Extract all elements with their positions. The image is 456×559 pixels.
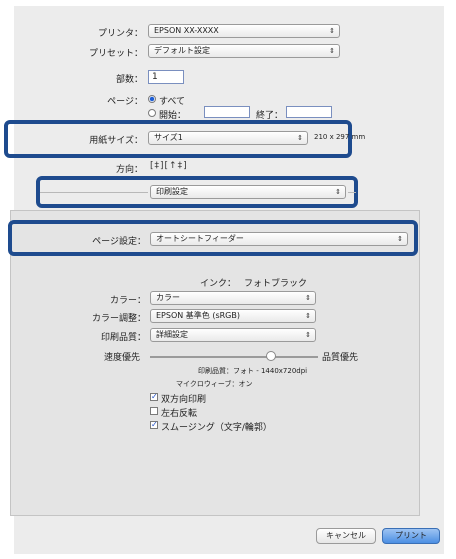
printer-value: EPSON XX-XXXX xyxy=(154,26,219,35)
ink-value: フォトブラック xyxy=(244,279,308,289)
color-popup[interactable]: カラー ⇕ xyxy=(150,291,316,305)
bidirectional-checkbox[interactable]: ✓ xyxy=(150,393,158,401)
orientation-label: 方向： xyxy=(115,165,143,175)
pages-to-field[interactable] xyxy=(286,106,332,118)
orientation-icons[interactable]: [‡][↑‡] xyxy=(150,161,188,171)
panel-select-popup[interactable]: 印刷設定 ⇕ xyxy=(150,185,346,199)
paper-size-label: 用紙サイズ： xyxy=(89,136,143,146)
popup-arrow-icon: ⇕ xyxy=(297,134,303,142)
print-quality-value: 詳細設定 xyxy=(156,330,188,339)
bidirectional-label: 双方向印刷 xyxy=(161,395,207,405)
color-adjust-label: カラー調整： xyxy=(91,314,146,324)
smoothing-checkbox[interactable]: ✓ xyxy=(150,421,158,429)
printer-popup[interactable]: EPSON XX-XXXX ⇕ xyxy=(148,24,340,38)
popup-arrow-icon: ⇕ xyxy=(305,294,311,302)
pages-all-radio[interactable] xyxy=(148,95,156,103)
page-setup-value: オートシートフィーダー xyxy=(156,234,244,243)
popup-arrow-icon: ⇕ xyxy=(305,312,311,320)
pages-all-label: すべて xyxy=(159,97,186,107)
page-setup-popup[interactable]: オートシートフィーダー ⇕ xyxy=(150,232,408,246)
mirror-checkbox[interactable] xyxy=(150,407,158,415)
ink-label: インク： xyxy=(200,279,237,289)
quality-info-line1: 印刷品質：フォト - 1440x720dpi xyxy=(198,367,308,375)
pages-range-radio[interactable] xyxy=(148,109,156,117)
popup-arrow-icon: ⇕ xyxy=(305,331,311,339)
color-adjust-popup[interactable]: EPSON 基準色 (sRGB) ⇕ xyxy=(150,309,316,323)
paper-dimensions: 210 x 297 mm xyxy=(314,133,366,141)
mirror-label: 左右反転 xyxy=(161,409,198,419)
paper-size-value: サイズ1 xyxy=(154,133,183,142)
print-quality-label: 印刷品質： xyxy=(100,333,146,343)
color-value: カラー xyxy=(156,293,180,302)
speed-priority-label: 速度優先 xyxy=(104,353,141,363)
copies-field[interactable]: 1 xyxy=(148,70,184,84)
quality-slider-knob[interactable] xyxy=(265,351,276,361)
popup-arrow-icon: ⇕ xyxy=(329,27,335,35)
popup-arrow-icon: ⇕ xyxy=(329,47,335,55)
page-setup-label: ページ設定： xyxy=(92,237,146,247)
color-label: カラー： xyxy=(109,296,146,306)
preset-value: デフォルト設定 xyxy=(154,46,210,55)
preset-popup[interactable]: デフォルト設定 ⇕ xyxy=(148,44,340,58)
cancel-button[interactable]: キャンセル xyxy=(316,528,376,544)
quality-info-line2: マイクロウィーブ：オン xyxy=(176,380,253,388)
pages-label: ページ： xyxy=(107,97,143,107)
print-button[interactable]: プリント xyxy=(382,528,440,544)
copies-label: 部数： xyxy=(115,75,143,85)
print-quality-popup[interactable]: 詳細設定 ⇕ xyxy=(150,328,316,342)
pages-from-field[interactable] xyxy=(204,106,250,118)
smoothing-label: スムージング（文字/輪郭） xyxy=(161,423,272,433)
panel-select-value: 印刷設定 xyxy=(156,187,188,196)
quality-priority-label: 品質優先 xyxy=(322,353,359,363)
color-adjust-value: EPSON 基準色 (sRGB) xyxy=(156,311,240,320)
popup-arrow-icon: ⇕ xyxy=(335,188,341,196)
separator-left xyxy=(40,192,148,193)
preset-label: プリセット： xyxy=(88,49,143,59)
separator-right xyxy=(348,192,356,193)
quality-slider-track[interactable] xyxy=(150,356,318,358)
paper-size-popup[interactable]: サイズ1 ⇕ xyxy=(148,131,308,145)
printer-label: プリンタ： xyxy=(97,29,143,39)
popup-arrow-icon: ⇕ xyxy=(397,235,403,243)
